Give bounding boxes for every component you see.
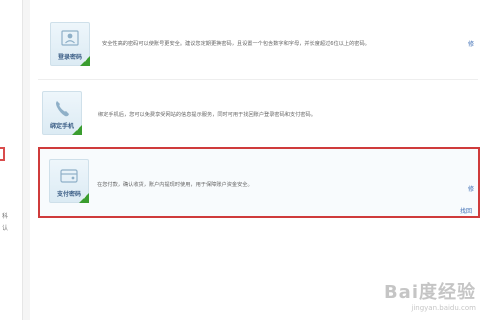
left-sidebar-text-2[interactable]: 认 [2, 223, 8, 232]
security-settings-panel: 登录密码 ✓ 安全性高的密码可以使账号更安全。建议您定期更换密码，且设置一个包含… [30, 0, 480, 320]
row-divider [38, 79, 478, 80]
payment-password-modify-link[interactable]: 修 [468, 184, 474, 193]
payment-password-highlight: 支付密码 ✓ 在您付款，确认收货，账户内提现时使用，用于保障账户资金安全。 修 [38, 147, 480, 218]
login-password-modify-link[interactable]: 修 [468, 39, 474, 48]
payment-password-tile[interactable]: 支付密码 ✓ [49, 159, 89, 203]
check-icon: ✓ [75, 127, 80, 133]
left-sidebar-text-1[interactable]: 科 [2, 211, 8, 220]
bind-phone-tile[interactable]: 绑定手机 ✓ [42, 91, 82, 135]
check-icon: ✓ [83, 58, 88, 64]
watermark-logo: Bai度经验 [383, 282, 476, 303]
payment-password-retrieve-link[interactable]: 找回 [460, 206, 472, 215]
left-selection-marker [0, 147, 5, 161]
check-icon: ✓ [82, 195, 87, 201]
phone-icon [56, 101, 69, 117]
watermark-url: jingyan.baidu.com [411, 304, 476, 312]
login-password-tile[interactable]: 登录密码 ✓ [50, 22, 90, 66]
watermark: Bai度经验 jingyan.baidu.com [384, 278, 476, 312]
page: 科 认 登录密码 ✓ 安全性高的密码可以使账号更安全。建议您定期更换密码，且设置… [0, 0, 480, 320]
login-password-description: 安全性高的密码可以使账号更安全。建议您定期更换密码，且设置一个包含数字和字母，并… [102, 41, 370, 47]
wallet-icon [60, 169, 78, 183]
bind-phone-description: 绑定手机后，您可以免费享受网站的信息提示服务，同时可用于找回账户登录密码和支付密… [98, 112, 316, 118]
payment-password-description: 在您付款，确认收货，账户内提现时使用，用于保障账户资金安全。 [97, 182, 253, 188]
row-bind-phone: 绑定手机 ✓ 绑定手机后，您可以免费享受网站的信息提示服务，同时可用于找回账户登… [38, 83, 478, 143]
id-card-icon [61, 30, 79, 46]
left-sidebar: 科 认 [0, 0, 23, 320]
row-login-password: 登录密码 ✓ 安全性高的密码可以使账号更安全。建议您定期更换密码，且设置一个包含… [38, 14, 478, 76]
